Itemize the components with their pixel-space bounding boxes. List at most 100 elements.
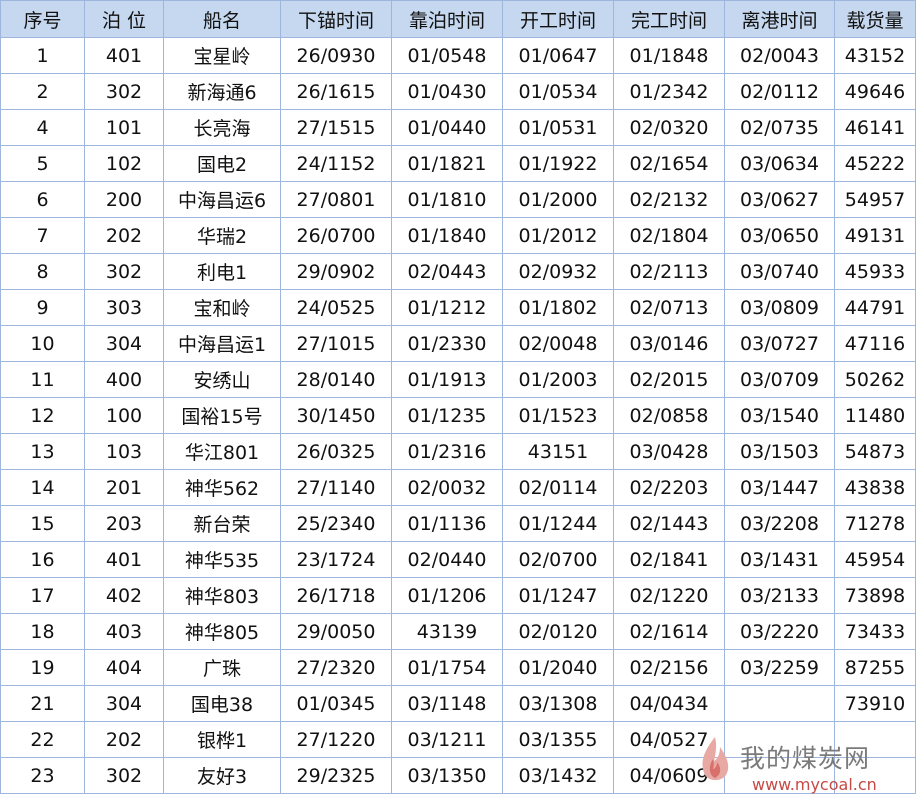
cell-index: 7 — [0, 217, 85, 254]
cell-ship-name: 安绣山 — [163, 361, 281, 398]
cell-berth: 303 — [84, 289, 164, 326]
cell-anchor-time: 27/0801 — [280, 181, 392, 218]
cell-cargo-volume: 47116 — [834, 325, 916, 362]
cell-ship-name: 华江801 — [163, 433, 281, 470]
table-row: 15 203 新台荣 25/2340 01/1136 01/1244 02/1443 03/2… — [0, 505, 916, 542]
cell-ship-name: 神华535 — [163, 541, 281, 578]
cell-berthing-time: 01/1206 — [391, 577, 503, 614]
cell-index: 14 — [0, 469, 85, 506]
cell-start-time: 02/0120 — [502, 613, 614, 650]
cell-departure-time: 02/0112 — [724, 73, 835, 110]
cell-ship-name: 宝星岭 — [163, 37, 281, 74]
table-row: 2 302 新海通6 26/1615 01/0430 01/0534 01/2342 02/0… — [0, 73, 916, 110]
cell-departure-time: 03/0650 — [724, 217, 835, 254]
cell-berthing-time: 01/0430 — [391, 73, 503, 110]
cell-anchor-time: 26/0700 — [280, 217, 392, 254]
cell-departure-time: 03/0809 — [724, 289, 835, 326]
cell-index: 10 — [0, 325, 85, 362]
cell-berth: 401 — [84, 37, 164, 74]
cell-cargo-volume: 45954 — [834, 541, 916, 578]
table-row: 11 400 安绣山 28/0140 01/1913 01/2003 02/2015 03/0… — [0, 361, 916, 398]
cell-departure-time: 03/1503 — [724, 433, 835, 470]
table-row: 8 302 利电1 29/0902 02/0443 02/0932 02/2113 03/07… — [0, 253, 916, 290]
cell-ship-name: 神华805 — [163, 613, 281, 650]
cell-berthing-time: 01/0440 — [391, 109, 503, 146]
cell-cargo-volume: 44791 — [834, 289, 916, 326]
table-header: 序号 泊 位 船名 下锚时间 靠泊时间 开工时间 完工时间 离港时间 载货量 — [0, 0, 916, 38]
cell-start-time: 01/2003 — [502, 361, 614, 398]
header-cell-cargo-volume: 载货量 — [834, 0, 916, 38]
cell-finish-time: 04/0527 — [613, 721, 725, 758]
cell-index: 13 — [0, 433, 85, 470]
cell-berth: 302 — [84, 757, 164, 794]
cell-berth: 302 — [84, 253, 164, 290]
cell-anchor-time: 26/1615 — [280, 73, 392, 110]
cell-departure-time: 03/1540 — [724, 397, 835, 434]
cell-ship-name: 广珠 — [163, 649, 281, 686]
cell-anchor-time: 27/1140 — [280, 469, 392, 506]
cell-finish-time: 02/2156 — [613, 649, 725, 686]
cell-index: 17 — [0, 577, 85, 614]
cell-cargo-volume — [834, 757, 916, 794]
table-row: 4 101 长亮海 27/1515 01/0440 01/0531 02/0320 02/07… — [0, 109, 916, 146]
table-row: 10 304 中海昌运1 27/1015 01/2330 02/0048 03/0146 03… — [0, 325, 916, 362]
table-row: 5 102 国电2 24/1152 01/1821 01/1922 02/1654 03/06… — [0, 145, 916, 182]
cell-anchor-time: 27/1220 — [280, 721, 392, 758]
cell-berthing-time: 01/1754 — [391, 649, 503, 686]
table-row: 7 202 华瑞2 26/0700 01/1840 01/2012 02/1804 03/06… — [0, 217, 916, 254]
cell-ship-name: 友好3 — [163, 757, 281, 794]
vessel-schedule-table: 序号 泊 位 船名 下锚时间 靠泊时间 开工时间 完工时间 离港时间 载货量 1… — [0, 0, 916, 794]
cell-berth: 402 — [84, 577, 164, 614]
cell-cargo-volume: 46141 — [834, 109, 916, 146]
cell-start-time: 02/0700 — [502, 541, 614, 578]
cell-finish-time: 04/0434 — [613, 685, 725, 722]
cell-start-time: 01/0534 — [502, 73, 614, 110]
header-cell-ship-name: 船名 — [163, 0, 281, 38]
table-row: 18 403 神华805 29/0050 43139 02/0120 02/1614 03/2… — [0, 613, 916, 650]
cell-departure-time: 03/2259 — [724, 649, 835, 686]
cell-cargo-volume: 43152 — [834, 37, 916, 74]
schedule-table-wrapper: 序号 泊 位 船名 下锚时间 靠泊时间 开工时间 完工时间 离港时间 载货量 1… — [0, 0, 917, 805]
cell-start-time: 01/1244 — [502, 505, 614, 542]
cell-finish-time: 02/2132 — [613, 181, 725, 218]
cell-anchor-time: 24/0525 — [280, 289, 392, 326]
table-row: 19 404 广珠 27/2320 01/1754 01/2040 02/2156 03/22… — [0, 649, 916, 686]
cell-index: 8 — [0, 253, 85, 290]
cell-anchor-time: 29/0050 — [280, 613, 392, 650]
cell-berth: 403 — [84, 613, 164, 650]
cell-start-time: 01/2012 — [502, 217, 614, 254]
header-cell-berth: 泊 位 — [84, 0, 164, 38]
cell-index: 19 — [0, 649, 85, 686]
cell-finish-time: 02/1614 — [613, 613, 725, 650]
cell-berthing-time: 02/0440 — [391, 541, 503, 578]
cell-start-time: 01/1802 — [502, 289, 614, 326]
cell-finish-time: 02/0320 — [613, 109, 725, 146]
cell-finish-time: 03/0428 — [613, 433, 725, 470]
cell-berth: 304 — [84, 325, 164, 362]
cell-berthing-time: 03/1148 — [391, 685, 503, 722]
cell-berth: 100 — [84, 397, 164, 434]
header-cell-index: 序号 — [0, 0, 85, 38]
cell-anchor-time: 23/1724 — [280, 541, 392, 578]
cell-finish-time: 04/0609 — [613, 757, 725, 794]
cell-finish-time: 02/0858 — [613, 397, 725, 434]
table-row: 12 100 国裕15号 30/1450 01/1235 01/1523 02/0858 03… — [0, 397, 916, 434]
cell-berth: 203 — [84, 505, 164, 542]
header-cell-finish-time: 完工时间 — [613, 0, 725, 38]
cell-departure-time: 03/0634 — [724, 145, 835, 182]
cell-berthing-time: 01/1235 — [391, 397, 503, 434]
cell-ship-name: 新海通6 — [163, 73, 281, 110]
cell-ship-name: 新台荣 — [163, 505, 281, 542]
cell-departure-time — [724, 685, 835, 722]
table-row: 14 201 神华562 27/1140 02/0032 02/0114 02/2203 03… — [0, 469, 916, 506]
cell-index: 2 — [0, 73, 85, 110]
cell-cargo-volume: 11480 — [834, 397, 916, 434]
cell-finish-time: 02/1220 — [613, 577, 725, 614]
cell-departure-time — [724, 757, 835, 794]
cell-ship-name: 宝和岭 — [163, 289, 281, 326]
table-row: 6 200 中海昌运6 27/0801 01/1810 01/2000 02/2132 03/… — [0, 181, 916, 218]
table-body: 1 401 宝星岭 26/0930 01/0548 01/0647 01/1848 02/00… — [0, 37, 916, 794]
cell-anchor-time: 28/0140 — [280, 361, 392, 398]
table-row: 9 303 宝和岭 24/0525 01/1212 01/1802 02/0713 03/08… — [0, 289, 916, 326]
cell-finish-time: 02/1804 — [613, 217, 725, 254]
